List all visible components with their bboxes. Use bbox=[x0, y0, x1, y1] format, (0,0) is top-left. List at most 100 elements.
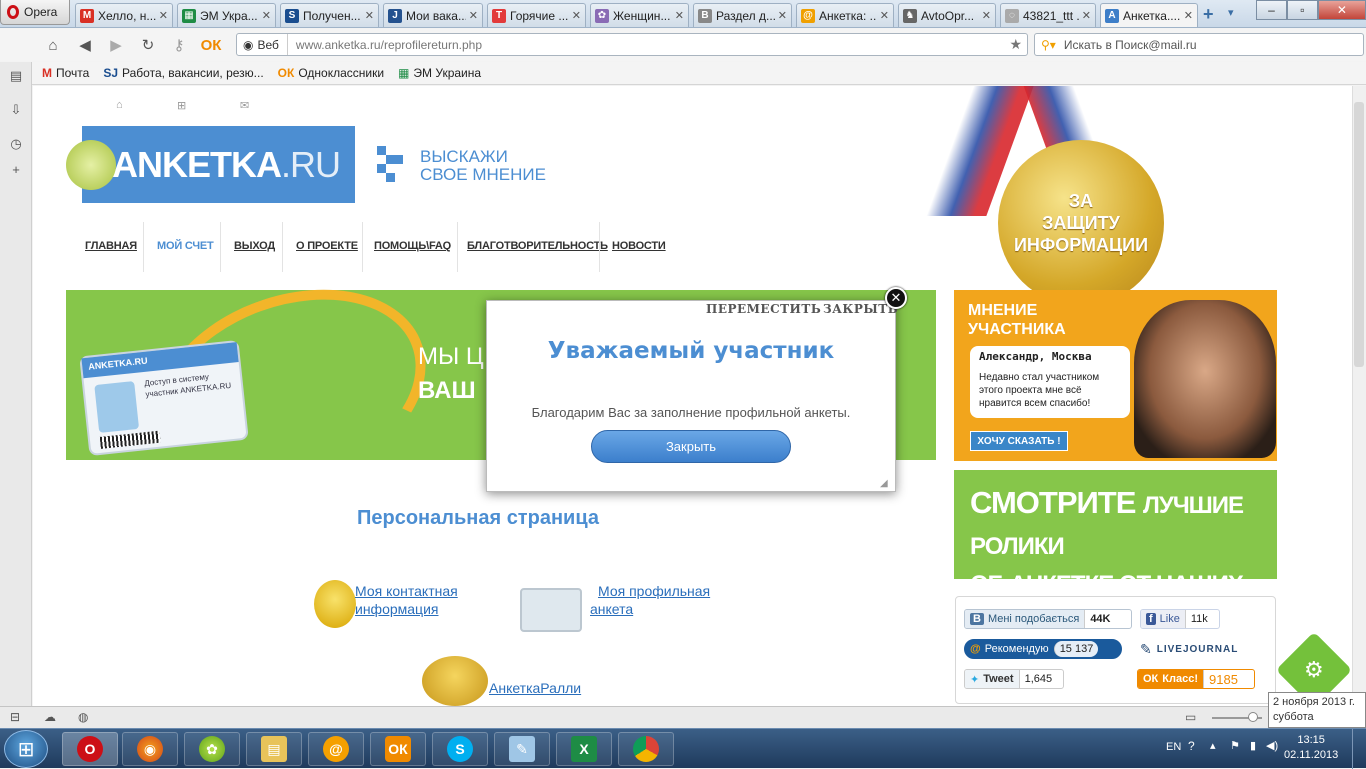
dialog-close-button[interactable]: Закрыть bbox=[591, 430, 791, 463]
taskbar-skype[interactable]: S bbox=[432, 732, 488, 766]
close-window-button[interactable]: ✕ bbox=[1317, 0, 1366, 20]
browser-tab[interactable]: T Горячие ... ✕ bbox=[487, 3, 586, 27]
dialog-move-link[interactable]: ПЕРЕМЕСТИТЬ bbox=[706, 302, 821, 316]
network-icon[interactable]: ▮ bbox=[1250, 739, 1256, 752]
maximize-button[interactable]: ▫ bbox=[1286, 0, 1318, 20]
tweet-button[interactable]: ✦ Tweet 1,645 bbox=[964, 669, 1064, 689]
address-bar[interactable]: ◉ Веб www.anketka.ru/reprofilereturn.php … bbox=[236, 33, 1028, 56]
close-tab-icon[interactable]: ✕ bbox=[880, 9, 889, 22]
search-field[interactable]: ⚲▾ Искать в Поиск@mail.ru bbox=[1034, 33, 1364, 56]
browser-tab[interactable]: @ Анкетка: ... ✕ bbox=[796, 3, 894, 27]
downloads-icon[interactable]: ⇩ bbox=[8, 102, 24, 118]
forward-icon[interactable]: ▶ bbox=[105, 34, 127, 56]
rally-link[interactable]: АнкеткаРалли bbox=[489, 679, 581, 697]
close-tab-icon[interactable]: ✕ bbox=[159, 9, 168, 22]
bookmark-star-icon[interactable]: ★ bbox=[1009, 36, 1022, 53]
speed-dial-icon[interactable]: ◍ bbox=[78, 710, 88, 724]
taskbar-firefox[interactable]: ◉ bbox=[122, 732, 178, 766]
close-tab-icon[interactable]: ✕ bbox=[572, 9, 581, 22]
home-icon[interactable]: ⌂ bbox=[42, 34, 64, 56]
close-tab-icon[interactable]: ✕ bbox=[1184, 9, 1193, 22]
browser-tab[interactable]: B Раздел д... ✕ bbox=[693, 3, 792, 27]
tab-menu-chevron-icon[interactable]: ▾ bbox=[1228, 6, 1234, 19]
dialog-close-x-icon[interactable]: ✕ bbox=[885, 287, 907, 309]
start-button[interactable]: ⊞ bbox=[4, 730, 48, 768]
help-icon[interactable]: ? bbox=[1188, 739, 1195, 753]
address-url[interactable]: www.anketka.ru/reprofilereturn.php bbox=[288, 38, 482, 52]
opera-menu-button[interactable]: Opera bbox=[0, 0, 70, 25]
site-logo[interactable]: ANKETKA .RU bbox=[82, 126, 355, 203]
browser-tab[interactable]: ✿ Женщин... ✕ bbox=[590, 3, 689, 27]
zoom-slider-thumb[interactable] bbox=[1248, 712, 1258, 722]
bookmark-item[interactable]: M Почта bbox=[42, 66, 89, 80]
bookmark-item[interactable]: ОК Одноклассники bbox=[278, 66, 384, 80]
taskbar-opera[interactable]: O bbox=[62, 732, 118, 766]
resize-grip-icon[interactable]: ◢ bbox=[880, 478, 888, 489]
mail-icon[interactable]: ✉ bbox=[240, 99, 249, 112]
language-indicator[interactable]: EN bbox=[1166, 741, 1181, 753]
taskbar-mail-agent[interactable]: @ bbox=[308, 732, 364, 766]
notes-icon[interactable]: ▤ bbox=[8, 68, 24, 84]
close-tab-icon[interactable]: ✕ bbox=[469, 9, 478, 22]
vk-like-button[interactable]: В Мені подобається 44K bbox=[964, 609, 1132, 629]
panel-toggle-icon[interactable]: ⊟ bbox=[10, 710, 20, 724]
minimize-button[interactable]: – bbox=[1256, 0, 1287, 20]
taskbar-excel[interactable]: X bbox=[556, 732, 612, 766]
site-nav-link[interactable]: НОВОСТИ bbox=[612, 240, 666, 252]
browser-tab[interactable]: S Получен... ✕ bbox=[280, 3, 379, 27]
taskbar-odnoklassniki[interactable]: ОК bbox=[370, 732, 426, 766]
sitemap-icon[interactable]: ⊞ bbox=[177, 99, 186, 112]
site-nav-link[interactable]: МОЙ СЧЕТ bbox=[157, 240, 214, 252]
browser-tab[interactable]: A Анкетка.... ✕ bbox=[1100, 3, 1198, 27]
close-tab-icon[interactable]: ✕ bbox=[982, 9, 991, 22]
browser-tab[interactable]: J Мои вака... ✕ bbox=[383, 3, 483, 27]
bookmark-item[interactable]: SJ Работа, вакансии, резю... bbox=[103, 66, 263, 80]
taskbar-chrome[interactable] bbox=[618, 732, 674, 766]
close-tab-icon[interactable]: ✕ bbox=[1082, 9, 1091, 22]
browser-tab[interactable]: ▦ ЭМ Укра... ✕ bbox=[177, 3, 276, 27]
close-tab-icon[interactable]: ✕ bbox=[365, 9, 374, 22]
reload-icon[interactable]: ↻ bbox=[137, 34, 159, 56]
close-tab-icon[interactable]: ✕ bbox=[262, 9, 271, 22]
contact-info-link[interactable]: Моя контактная информация bbox=[355, 582, 505, 618]
key-icon[interactable]: ⚷ bbox=[168, 34, 190, 56]
site-nav-link[interactable]: БЛАГОТВОРИТЕЛЬНОСТЬ bbox=[467, 240, 608, 252]
profile-survey-link[interactable]: Моя профильная анкета bbox=[590, 582, 730, 618]
livejournal-button[interactable]: ✎ LIVEJOURNAL bbox=[1140, 641, 1238, 658]
view-icon[interactable]: ▭ bbox=[1185, 710, 1196, 724]
rally-token-icon[interactable] bbox=[422, 656, 488, 706]
new-tab-button[interactable]: + bbox=[1203, 5, 1223, 23]
want-to-say-button[interactable]: ХОЧУ СКАЗАТЬ ! bbox=[970, 431, 1068, 451]
tray-expand-icon[interactable]: ▴ bbox=[1210, 739, 1216, 752]
taskbar-notepad[interactable]: ✎ bbox=[494, 732, 550, 766]
contact-info-icon[interactable] bbox=[314, 580, 356, 628]
site-nav-link[interactable]: ПОМОЩЬ\FAQ bbox=[374, 240, 451, 252]
volume-icon[interactable]: ◀) bbox=[1266, 739, 1278, 752]
odnoklassniki-icon[interactable]: ОК bbox=[200, 34, 222, 56]
show-desktop-button[interactable] bbox=[1352, 729, 1366, 769]
taskbar-clock[interactable]: 13:15 02.11.2013 bbox=[1284, 733, 1338, 763]
action-center-icon[interactable]: ⚑ bbox=[1230, 739, 1240, 752]
taskbar-icq[interactable]: ✿ bbox=[184, 732, 240, 766]
site-nav-link[interactable]: О ПРОЕКТЕ bbox=[296, 240, 358, 252]
videos-banner[interactable]: СМОТРИТЕ ЛУЧШИЕ РОЛИКИ ОБ АНКЕТКЕ ОТ НАШ… bbox=[954, 470, 1277, 636]
browser-tab[interactable]: ♞ AvtoOpr... ✕ bbox=[898, 3, 996, 27]
add-panel-icon[interactable]: + bbox=[8, 162, 24, 178]
close-tab-icon[interactable]: ✕ bbox=[675, 9, 684, 22]
site-nav-link[interactable]: ГЛАВНАЯ bbox=[85, 240, 137, 252]
history-icon[interactable]: ◷ bbox=[8, 136, 24, 152]
address-scheme[interactable]: ◉ Веб bbox=[237, 34, 288, 55]
close-tab-icon[interactable]: ✕ bbox=[778, 9, 787, 22]
bookmark-item[interactable]: ▦ ЭМ Украина bbox=[398, 66, 481, 80]
mailru-recommend-button[interactable]: @ Рекомендую 15 137 bbox=[964, 639, 1122, 659]
back-icon[interactable]: ◀ bbox=[74, 34, 96, 56]
cloud-icon[interactable]: ☁ bbox=[44, 710, 56, 724]
scrollbar-thumb[interactable] bbox=[1354, 102, 1364, 367]
site-nav-link[interactable]: ВЫХОД bbox=[234, 240, 275, 252]
taskbar-explorer[interactable]: ▤ bbox=[246, 732, 302, 766]
odnoklassniki-class-button[interactable]: ОК Класс! 9185 bbox=[1137, 669, 1255, 689]
browser-tab[interactable]: M Хелло, н... ✕ bbox=[75, 3, 173, 27]
profile-card-icon[interactable] bbox=[520, 588, 582, 632]
facebook-like-button[interactable]: f Like 11k bbox=[1140, 609, 1220, 629]
browser-tab[interactable]: ◌ 43821_ttt ...✕ bbox=[1000, 3, 1096, 27]
